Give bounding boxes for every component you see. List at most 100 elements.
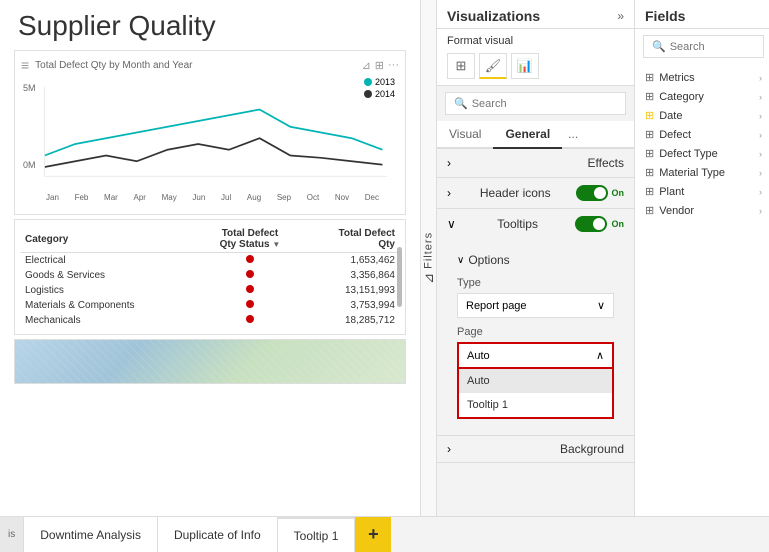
page-dropdown-container: Auto ∧ Auto Tooltip 1 <box>457 342 614 419</box>
field-item-defect-type[interactable]: ⊞ Defect Type › <box>635 144 769 163</box>
field-icon-metrics: ⊞ <box>645 71 654 84</box>
field-item-date[interactable]: ⊞ Date › <box>635 106 769 125</box>
format-icon-table[interactable]: ⊞ <box>447 53 475 79</box>
add-tab-button[interactable]: + <box>355 517 391 552</box>
header-icons-toggle-label: On <box>612 188 625 198</box>
col-qty: Total DefectQty <box>302 226 399 253</box>
field-name-material-type: Material Type <box>659 167 725 179</box>
chart-legend: 2013 2014 <box>364 77 395 101</box>
background-label: Background <box>560 442 624 456</box>
field-expand-defect: › <box>759 130 762 140</box>
type-value: Report page <box>466 300 527 312</box>
format-visual-section: Format visual ⊞ 🖌 📊 <box>437 29 634 86</box>
table-row: Goods & Services 3,356,864 <box>21 268 399 283</box>
format-icon-paint[interactable]: 🖌 <box>479 53 507 79</box>
field-name-vendor: Vendor <box>659 205 694 217</box>
background-header[interactable]: › Background <box>437 436 634 462</box>
row-qty: 3,356,864 <box>302 268 399 283</box>
tooltips-body: ∨ Options Type Report page ∨ Page Auto <box>437 239 634 435</box>
page-dropdown-trigger[interactable]: Auto ∧ <box>457 342 614 369</box>
focus-icon[interactable]: ⊞ <box>375 59 384 72</box>
field-expand-vendor: › <box>759 206 762 216</box>
field-item-category[interactable]: ⊞ Category › <box>635 87 769 106</box>
field-item-vendor[interactable]: ⊞ Vendor › <box>635 201 769 220</box>
fields-search-icon: 🔍 <box>652 40 666 53</box>
type-dropdown[interactable]: Report page ∨ <box>457 293 614 318</box>
visualizations-panel: Visualizations » Format visual ⊞ 🖌 📊 🔍 V… <box>437 0 635 516</box>
row-category: Mechanicals <box>21 313 198 328</box>
table-row: Logistics 13,151,993 <box>21 283 399 298</box>
field-name-plant: Plant <box>659 186 684 198</box>
field-icon-defect: ⊞ <box>645 128 654 141</box>
bottom-tabs: is Downtime Analysis Duplicate of Info T… <box>0 516 769 552</box>
viz-search-box[interactable]: 🔍 <box>445 92 626 115</box>
background-caret: › <box>447 442 451 456</box>
field-item-plant[interactable]: ⊞ Plant › <box>635 182 769 201</box>
filter-icon[interactable]: ⊿ <box>362 59 371 72</box>
header-icons-toggle[interactable] <box>576 185 608 201</box>
options-body: Type Report page ∨ Page Auto ∧ <box>447 273 624 427</box>
header-icons-header[interactable]: › Header icons On <box>437 178 634 208</box>
viz-expand-icon[interactable]: » <box>617 9 624 23</box>
row-status <box>198 283 302 298</box>
field-icon-defect-type: ⊞ <box>645 147 654 160</box>
tab-tooltip-1[interactable]: Tooltip 1 <box>278 517 356 552</box>
background-section: › Background <box>437 436 634 463</box>
field-name-defect-type: Defect Type <box>659 148 718 160</box>
tab-downtime-analysis[interactable]: Downtime Analysis <box>24 517 158 552</box>
legend-2014: 2014 <box>375 89 395 99</box>
field-expand-category: › <box>759 92 762 102</box>
field-item-metrics[interactable]: ⊞ Metrics › <box>635 68 769 87</box>
field-name-defect: Defect <box>659 129 691 141</box>
field-icon-category: ⊞ <box>645 90 654 103</box>
filters-panel[interactable]: ⊿ Filters <box>420 0 437 516</box>
tab-is[interactable]: is <box>0 517 24 552</box>
field-name-metrics: Metrics <box>659 72 694 84</box>
field-icon-plant: ⊞ <box>645 185 654 198</box>
tooltips-section: ∨ Tooltips On ∨ Options Type <box>437 209 634 436</box>
page-label: Page <box>457 326 614 338</box>
tooltips-header[interactable]: ∨ Tooltips On <box>437 209 634 239</box>
field-item-defect[interactable]: ⊞ Defect › <box>635 125 769 144</box>
row-status <box>198 313 302 328</box>
chart-title: Total Defect Qty by Month and Year <box>35 60 192 71</box>
field-icon-date: ⊞ <box>645 109 654 122</box>
page-option-tooltip1[interactable]: Tooltip 1 <box>459 393 612 417</box>
header-icons-section: › Header icons On <box>437 178 634 209</box>
viz-search-input[interactable] <box>472 98 617 110</box>
effects-label: Effects <box>588 156 624 170</box>
effects-header[interactable]: › Effects <box>437 149 634 177</box>
viz-title: Visualizations <box>447 8 540 24</box>
fields-list: ⊞ Metrics › ⊞ Category › ⊞ Date › ⊞ Defe… <box>635 64 769 516</box>
table-row: Electrical 1,653,462 <box>21 253 399 269</box>
search-icon: 🔍 <box>454 97 468 110</box>
options-header[interactable]: ∨ Options <box>447 247 624 273</box>
tab-general[interactable]: General <box>493 121 562 149</box>
type-chevron: ∨ <box>597 299 605 312</box>
field-icon-material-type: ⊞ <box>645 166 654 179</box>
format-icon-analytics[interactable]: 📊 <box>511 53 539 79</box>
type-label: Type <box>457 277 614 289</box>
tab-visual[interactable]: Visual <box>437 121 493 149</box>
page-dropdown-list: Auto Tooltip 1 <box>457 369 614 419</box>
row-category: Goods & Services <box>21 268 198 283</box>
page-option-auto[interactable]: Auto <box>459 369 612 393</box>
more-icon[interactable]: ··· <box>388 59 399 72</box>
row-category: Materials & Components <box>21 298 198 313</box>
effects-caret: › <box>447 156 451 170</box>
row-category: Logistics <box>21 283 198 298</box>
row-qty: 3,753,994 <box>302 298 399 313</box>
fields-search-input[interactable] <box>670 41 769 53</box>
tab-duplicate-of-info[interactable]: Duplicate of Info <box>158 517 278 552</box>
effects-section: › Effects <box>437 149 634 178</box>
field-name-date: Date <box>659 110 682 122</box>
fields-search-box[interactable]: 🔍 <box>643 35 764 58</box>
tab-more[interactable]: ... <box>562 121 584 147</box>
map-widget <box>14 339 406 384</box>
row-category: Electrical <box>21 253 198 269</box>
tooltips-toggle[interactable] <box>575 216 607 232</box>
field-item-material-type[interactable]: ⊞ Material Type › <box>635 163 769 182</box>
header-icons-caret: › <box>447 186 451 200</box>
field-expand-defect-type: › <box>759 149 762 159</box>
data-table: Category Total DefectQty Status ▼ Total … <box>21 226 399 328</box>
